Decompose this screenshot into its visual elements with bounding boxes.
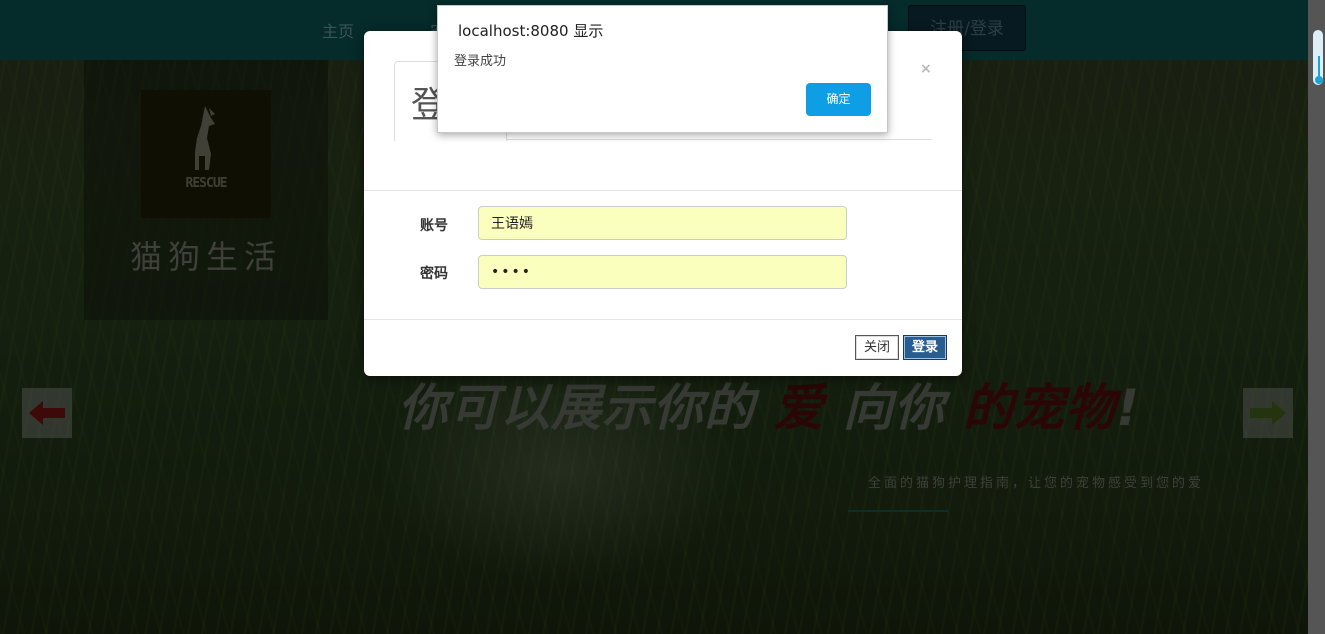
account-field[interactable] bbox=[478, 206, 847, 240]
close-icon[interactable]: × bbox=[920, 61, 932, 77]
browser-alert-dialog: localhost:8080 显示 登录成功 确定 bbox=[437, 5, 888, 133]
password-field[interactable] bbox=[478, 255, 847, 289]
page-scrollbar[interactable] bbox=[1308, 0, 1325, 634]
close-button[interactable]: 关闭 bbox=[855, 335, 899, 360]
modal-footer-divider bbox=[364, 319, 962, 320]
alert-title: localhost:8080 显示 bbox=[458, 22, 604, 40]
scrollbar-dot bbox=[1315, 76, 1323, 84]
alert-message: 登录成功 bbox=[454, 54, 507, 69]
tab-underline bbox=[507, 139, 932, 140]
login-button[interactable]: 登录 bbox=[903, 335, 947, 360]
alert-ok-button[interactable]: 确定 bbox=[806, 83, 871, 116]
page: 主页 宠 注册/登录 RESCUE 猫狗生活 你可以展示你的 爱 向你 的宠物!… bbox=[0, 0, 1325, 634]
modal-divider bbox=[364, 190, 962, 191]
account-label: 账号 bbox=[420, 218, 448, 234]
password-label: 密码 bbox=[420, 266, 448, 282]
scrollbar-indicator bbox=[1318, 56, 1320, 78]
